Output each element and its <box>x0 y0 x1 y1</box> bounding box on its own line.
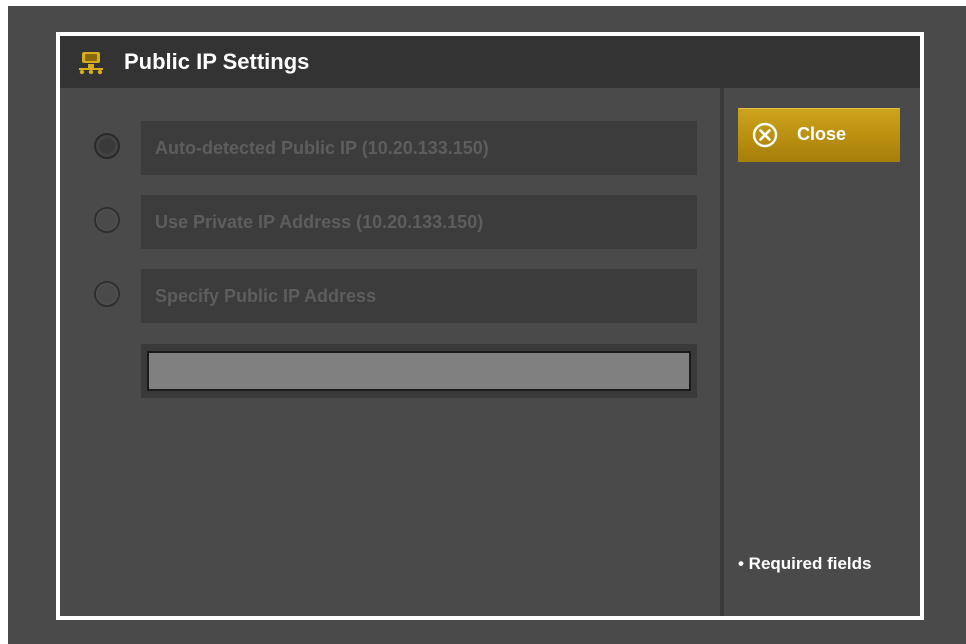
network-computer-icon <box>79 52 103 75</box>
dialog-title: Public IP Settings <box>124 49 310 74</box>
radio-private-ip[interactable] <box>94 207 120 233</box>
public-ip-input-wrapper <box>141 344 697 398</box>
option-private-ip-label[interactable]: Use Private IP Address (10.20.133.150) <box>141 195 697 249</box>
option-specify-public-ip-label[interactable]: Specify Public IP Address <box>141 269 697 323</box>
option-auto-detected-ip[interactable]: Auto-detected Public IP (10.20.133.150) <box>60 121 720 175</box>
close-button-label: Close <box>797 124 847 144</box>
option-auto-detected-label[interactable]: Auto-detected Public IP (10.20.133.150) <box>141 121 697 175</box>
dialog-sidebar: Close • Required fields <box>724 88 920 616</box>
options-panel: Auto-detected Public IP (10.20.133.150) … <box>60 88 720 616</box>
option-private-ip[interactable]: Use Private IP Address (10.20.133.150) <box>60 195 720 249</box>
dialog-title-bar: Public IP Settings <box>60 36 920 88</box>
required-fields-note: • Required fields <box>738 554 872 573</box>
close-button[interactable]: Close <box>738 108 900 162</box>
close-circle-icon <box>752 122 778 148</box>
option-specify-public-ip[interactable]: Specify Public IP Address <box>60 269 720 323</box>
public-ip-input[interactable] <box>147 351 691 391</box>
public-ip-settings-dialog: Public IP Settings Auto-detected Public … <box>56 32 924 620</box>
radio-specify-public-ip[interactable] <box>94 281 120 307</box>
radio-auto-detected-ip[interactable] <box>94 133 120 159</box>
